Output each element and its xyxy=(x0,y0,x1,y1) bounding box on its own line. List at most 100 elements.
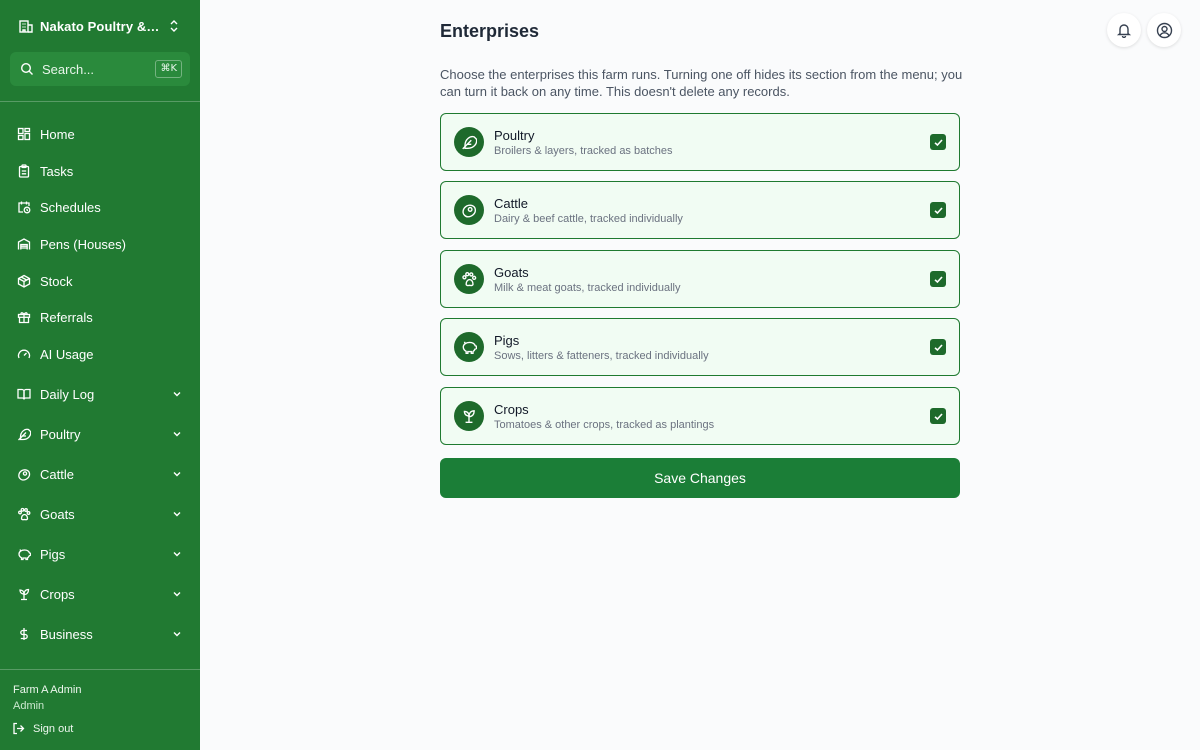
user-circle-icon xyxy=(1156,22,1173,39)
beef-icon xyxy=(17,467,31,481)
sidebar-group-cattle[interactable]: Cattle xyxy=(8,459,192,489)
enterprise-card-crops[interactable]: Crops Tomatoes & other crops, tracked as… xyxy=(440,387,960,445)
sidebar-item-home[interactable]: Home xyxy=(8,119,192,149)
sidebar-item-schedules[interactable]: Schedules xyxy=(8,192,192,222)
package-icon xyxy=(17,274,31,288)
sprout-icon xyxy=(454,401,484,431)
sidebar-item-label: Tasks xyxy=(40,163,74,179)
enterprise-name: Cattle xyxy=(494,196,528,211)
enterprise-checkbox-crops[interactable] xyxy=(930,408,946,424)
sidebar-item-label: Business xyxy=(40,626,93,642)
sidebar-item-label: Pigs xyxy=(40,546,66,562)
paw-icon xyxy=(17,507,31,521)
page-description: Choose the enterprises this farm runs. T… xyxy=(440,67,963,99)
enterprise-name: Goats xyxy=(494,265,529,280)
sidebar-item-label: Referrals xyxy=(40,309,93,325)
chevron-down-icon xyxy=(172,509,182,519)
paw-icon xyxy=(454,264,484,294)
sidebar-group-poultry[interactable]: Poultry xyxy=(8,419,192,449)
piggy-icon xyxy=(454,332,484,362)
feather-icon xyxy=(17,427,31,441)
sidebar-item-label: Crops xyxy=(40,586,75,602)
chevron-down-icon xyxy=(172,469,182,479)
enterprise-checkbox-goats[interactable] xyxy=(930,271,946,287)
sidebar-group-crops[interactable]: Crops xyxy=(8,579,192,609)
sidebar-item-label: Cattle xyxy=(40,466,74,482)
book-open-icon xyxy=(17,387,31,401)
sidebar-item-label: Schedules xyxy=(40,199,101,215)
sign-out-label: Sign out xyxy=(33,722,74,735)
chevron-down-icon xyxy=(172,629,182,639)
sidebar-item-label: Daily Log xyxy=(40,386,95,402)
user-name: Farm A Admin xyxy=(13,684,82,696)
bell-icon xyxy=(1116,22,1132,38)
chevrons-up-down-icon xyxy=(168,19,180,33)
sidebar-group-goats[interactable]: Goats xyxy=(8,499,192,529)
sidebar-item-label: Stock xyxy=(40,273,73,289)
gift-icon xyxy=(17,310,31,324)
check-icon xyxy=(933,343,943,351)
sidebar-item-stock[interactable]: Stock xyxy=(8,266,192,296)
sign-out-button[interactable]: Sign out xyxy=(12,722,73,735)
piggy-icon xyxy=(17,547,31,561)
chevron-down-icon xyxy=(172,389,182,399)
sidebar: Nakato Poultry & Da... Search... ⌘K Home… xyxy=(0,0,200,750)
sidebar-item-tasks[interactable]: Tasks xyxy=(8,156,192,186)
building-icon xyxy=(18,18,34,34)
search-placeholder: Search... xyxy=(42,61,95,77)
enterprise-card-cattle[interactable]: Cattle Dairy & beef cattle, tracked indi… xyxy=(440,181,960,239)
page-title: Enterprises xyxy=(440,21,540,41)
search-input[interactable]: Search... ⌘K xyxy=(10,52,190,86)
check-icon xyxy=(933,412,943,420)
notifications-button[interactable] xyxy=(1107,13,1141,47)
sidebar-item-pens[interactable]: Pens (Houses) xyxy=(8,229,192,259)
enterprise-card-pigs[interactable]: Pigs Sows, litters & fatteners, tracked … xyxy=(440,318,960,376)
feather-icon xyxy=(454,127,484,157)
sidebar-item-label: Pens (Houses) xyxy=(40,236,126,252)
enterprise-checkbox-poultry[interactable] xyxy=(930,134,946,150)
search-shortcut: ⌘K xyxy=(155,60,182,78)
enterprise-detail: Tomatoes & other crops, tracked as plant… xyxy=(494,419,715,431)
sidebar-group-business[interactable]: Business xyxy=(8,619,192,649)
sidebar-divider xyxy=(0,101,200,102)
chevron-down-icon xyxy=(172,589,182,599)
farm-name: Nakato Poultry & Da... xyxy=(40,18,162,34)
enterprise-checkbox-pigs[interactable] xyxy=(930,339,946,355)
sprout-icon xyxy=(17,587,31,601)
sidebar-item-label: Goats xyxy=(40,506,75,522)
user-role: Admin xyxy=(13,700,45,712)
enterprise-card-poultry[interactable]: Poultry Broilers & layers, tracked as ba… xyxy=(440,113,960,171)
enterprise-detail: Milk & meat goats, tracked individually xyxy=(494,282,681,294)
beef-icon xyxy=(454,195,484,225)
log-out-icon xyxy=(12,722,25,735)
sidebar-group-pigs[interactable]: Pigs xyxy=(8,539,192,569)
check-icon xyxy=(933,206,943,214)
save-changes-button[interactable]: Save Changes xyxy=(440,458,960,498)
chevron-down-icon xyxy=(172,429,182,439)
sidebar-item-referrals[interactable]: Referrals xyxy=(8,302,192,332)
enterprise-name: Crops xyxy=(494,402,529,417)
calendar-clock-icon xyxy=(17,200,31,214)
clipboard-icon xyxy=(17,164,31,178)
warehouse-icon xyxy=(17,237,31,251)
enterprise-detail: Sows, litters & fatteners, tracked indiv… xyxy=(494,350,709,362)
sidebar-group-daily-log[interactable]: Daily Log xyxy=(8,379,192,409)
sidebar-item-label: Home xyxy=(40,126,75,142)
sidebar-item-label: AI Usage xyxy=(40,346,94,362)
gauge-icon xyxy=(17,347,31,361)
enterprise-card-goats[interactable]: Goats Milk & meat goats, tracked individ… xyxy=(440,250,960,308)
check-icon xyxy=(933,138,943,146)
check-icon xyxy=(933,275,943,283)
enterprise-detail: Dairy & beef cattle, tracked individuall… xyxy=(494,213,683,225)
enterprise-name: Poultry xyxy=(494,128,535,143)
chevron-down-icon xyxy=(172,549,182,559)
search-icon xyxy=(20,62,34,76)
sidebar-footer: Farm A Admin Admin Sign out xyxy=(0,669,200,750)
sidebar-item-ai-usage[interactable]: AI Usage xyxy=(8,339,192,369)
enterprise-checkbox-cattle[interactable] xyxy=(930,202,946,218)
grid-icon xyxy=(17,127,31,141)
enterprise-detail: Broilers & layers, tracked as batches xyxy=(494,145,673,157)
dollar-icon xyxy=(17,627,31,641)
account-button[interactable] xyxy=(1147,13,1181,47)
farm-switcher[interactable]: Nakato Poultry & Da... xyxy=(10,9,190,43)
